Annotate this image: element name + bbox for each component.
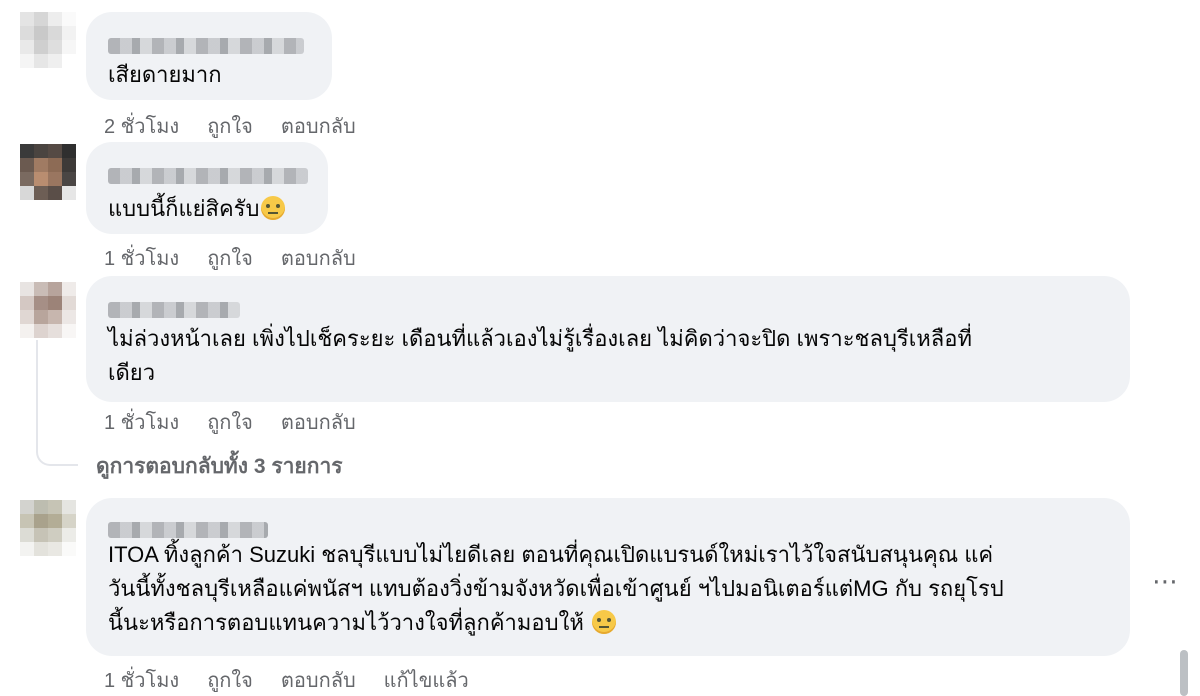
scrollbar-thumb[interactable] [1180,650,1188,696]
comment-actions: 1 ชั่วโมง ถูกใจ ตอบกลับ [104,242,356,274]
author-name-blurred[interactable] [108,168,308,184]
author-name-blurred[interactable] [108,522,268,538]
like-button[interactable]: ถูกใจ [207,110,253,142]
comment-bubble: ITOA ทิ้งลูกค้า Suzuki ชลบุรีแบบไม่ไยดีเ… [86,498,1130,656]
comment-time[interactable]: 2 ชั่วโมง [104,110,179,142]
comment-text: ITOA ทิ้งลูกค้า Suzuki ชลบุรีแบบไม่ไยดีเ… [108,538,1110,640]
expressionless-emoji-icon [591,610,616,634]
rolling-eyes-emoji-icon [261,196,286,220]
comment-text: ไม่ล่วงหน้าเลย เพิ่งไปเช็คระยะ เดือนที่แ… [108,326,972,385]
avatar[interactable] [20,12,76,68]
avatar[interactable] [20,144,76,200]
reply-button[interactable]: ตอบกลับ [281,664,356,696]
comment-bubble: แบบนี้ก็แย่สิครับ [86,142,328,234]
comment-bubble: เสียดายมาก [86,12,332,100]
comment-time[interactable]: 1 ชั่วโมง [104,664,179,696]
like-button[interactable]: ถูกใจ [207,242,253,274]
edited-label: แก้ไขแล้ว [383,670,469,692]
comment-text-content: แบบนี้ก็แย่สิครับ [108,196,260,221]
like-button[interactable]: ถูกใจ [207,406,253,438]
avatar[interactable] [20,500,76,556]
more-options-icon[interactable]: ⋯ [1152,566,1179,597]
comment-actions: 1 ชั่วโมง ถูกใจ ตอบกลับ แก้ไขแล้ว [104,664,469,696]
thread-connector-line [36,340,78,466]
comment-time[interactable]: 1 ชั่วโมง [104,406,179,438]
comment-time[interactable]: 1 ชั่วโมง [104,242,179,274]
comment-text-content: ITOA ทิ้งลูกค้า Suzuki ชลบุรีแบบไม่ไยดีเ… [108,542,1004,635]
comment-actions: 2 ชั่วโมง ถูกใจ ตอบกลับ [104,110,356,142]
comment-actions: 1 ชั่วโมง ถูกใจ ตอบกลับ [104,406,356,438]
reply-button[interactable]: ตอบกลับ [281,406,356,438]
comment-bubble: ไม่ล่วงหน้าเลย เพิ่งไปเช็คระยะ เดือนที่แ… [86,276,1130,402]
author-name-blurred[interactable] [108,302,240,318]
like-button[interactable]: ถูกใจ [207,664,253,696]
view-replies-link[interactable]: ดูการตอบกลับทั้ง 3 รายการ [96,450,343,483]
avatar[interactable] [20,282,76,338]
author-name-blurred[interactable] [108,38,304,54]
reply-button[interactable]: ตอบกลับ [281,242,356,274]
reply-button[interactable]: ตอบกลับ [281,110,356,142]
comment-text: แบบนี้ก็แย่สิครับ [108,192,308,226]
comment-text: เสียดายมาก [108,62,222,87]
